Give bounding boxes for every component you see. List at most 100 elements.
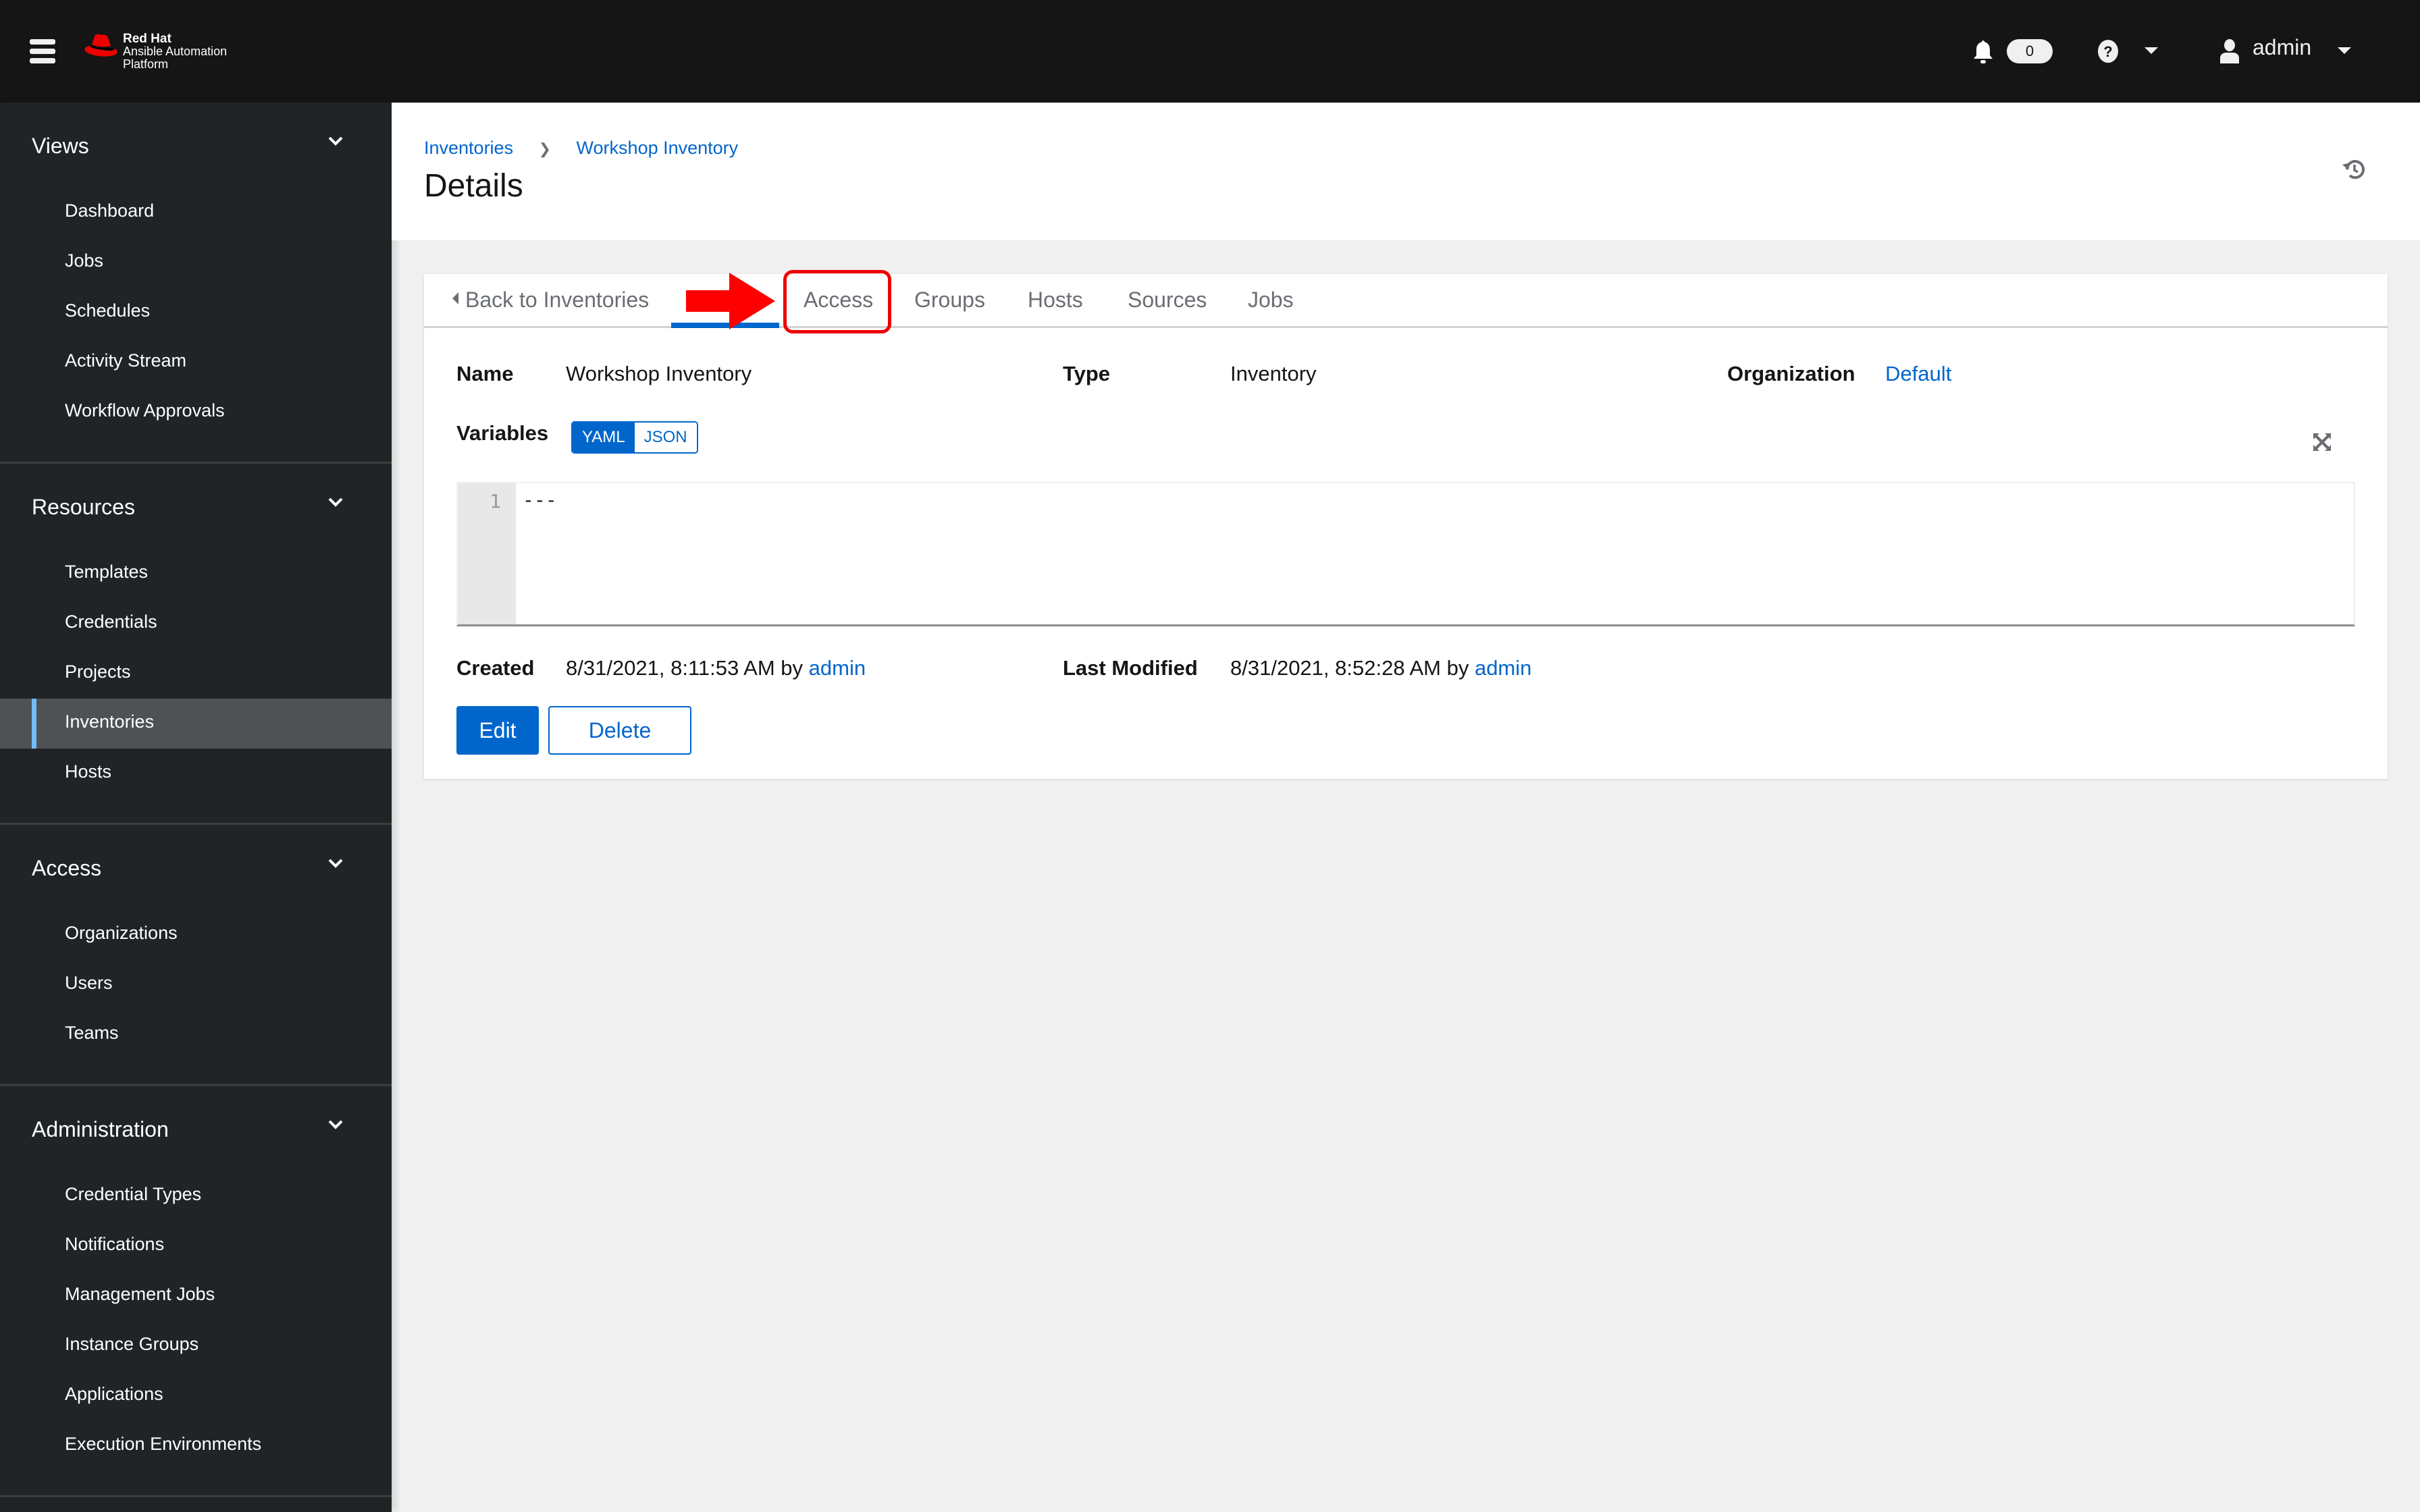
delete-button[interactable]: Delete (548, 706, 691, 755)
name-label: Name (456, 362, 514, 385)
chevron-down-icon (328, 1120, 343, 1133)
sidebar-item-label: Activity Stream (65, 350, 187, 371)
sidebar-item-label: Users (65, 973, 113, 993)
sidebar-item-label: Organizations (65, 923, 178, 943)
brand-line-3: Platform (123, 57, 169, 71)
chevron-down-icon (328, 497, 343, 510)
organization-link[interactable]: Default (1885, 362, 1951, 386)
sidebar-item-users[interactable]: Users (0, 960, 392, 1010)
sidebar-item-workflow-approvals[interactable]: Workflow Approvals (0, 387, 392, 437)
nav-section-toggle-views[interactable]: Views (0, 103, 392, 188)
user-icon[interactable] (2219, 39, 2240, 63)
variables-format-toggle: YAML JSON (571, 421, 698, 454)
nav-section-views: Views Dashboard Jobs Schedules Activity Stre… (0, 103, 392, 464)
hamburger-icon (30, 39, 55, 45)
masthead: Red Hat Ansible Automation Platform 0 ? … (0, 0, 2420, 103)
nav-section-label: Resources (32, 495, 135, 519)
tab-back-to-inventories[interactable]: Back to Inventories (452, 288, 649, 313)
sidebar-nav: Views Dashboard Jobs Schedules Activity Stre… (0, 103, 392, 1512)
sidebar-item-label: Inventories (65, 711, 155, 732)
notification-count-badge[interactable]: 0 (2007, 39, 2053, 63)
nav-section-label: Access (32, 856, 102, 880)
tab-jobs[interactable]: Jobs (1248, 288, 1294, 313)
chevron-down-icon (328, 136, 343, 149)
sidebar-item-label: Applications (65, 1384, 163, 1404)
sidebar-item-label: Templates (65, 562, 149, 582)
sidebar-item-label: Instance Groups (65, 1334, 199, 1354)
expand-icon[interactable] (2312, 432, 2332, 452)
user-caret-down-icon[interactable] (2338, 47, 2351, 54)
tab-groups[interactable]: Groups (914, 288, 985, 313)
last-modified-label: Last Modified (1063, 656, 1198, 680)
sidebar-item-label: Workflow Approvals (65, 400, 225, 421)
brand-line-2: Ansible Automation (123, 45, 228, 58)
brand-line-1: Red Hat (123, 32, 172, 46)
page-header: Inventories ❯ Workshop Inventory Details (392, 103, 2420, 240)
nav-section-toggle-resources[interactable]: Resources (0, 464, 392, 549)
sidebar-item-label: Hosts (65, 761, 112, 782)
sidebar-item-notifications[interactable]: Notifications (0, 1221, 392, 1271)
nav-section-resources: Resources Templates Credentials Projects Inv… (0, 464, 392, 825)
sidebar-item-projects[interactable]: Projects (0, 649, 392, 699)
type-label: Type (1063, 362, 1111, 385)
sidebar-item-credentials[interactable]: Credentials (0, 599, 392, 649)
user-menu-toggle[interactable]: admin (2253, 35, 2311, 60)
sidebar-item-inventories[interactable]: Inventories (0, 699, 392, 749)
sidebar-item-execution-environments[interactable]: Execution Environments (0, 1421, 392, 1471)
help-caret-down-icon[interactable] (2145, 47, 2158, 54)
sidebar-item-management-jobs[interactable]: Management Jobs (0, 1271, 392, 1321)
breadcrumb-inventories-link[interactable]: Inventories (424, 138, 513, 158)
tab-access[interactable]: Access (804, 288, 873, 313)
tab-bar: Back to Inventories Access Groups Hosts … (424, 270, 2388, 333)
hamburger-menu-button[interactable] (30, 36, 63, 65)
nav-section-toggle-administration[interactable]: Administration (0, 1086, 392, 1171)
question-circle-icon[interactable]: ? (2096, 39, 2120, 63)
breadcrumb-workshop-inventory-link[interactable]: Workshop Inventory (577, 138, 739, 158)
sidebar-item-activity-stream[interactable]: Activity Stream (0, 338, 392, 387)
tab-hosts[interactable]: Hosts (1028, 288, 1083, 313)
sidebar-item-templates[interactable]: Templates (0, 549, 392, 599)
tab-sources[interactable]: Sources (1128, 288, 1207, 313)
organization-label: Organization (1727, 362, 1856, 385)
nav-section-administration: Administration Credential Types Notificati… (0, 1086, 392, 1497)
yaml-toggle-button[interactable]: YAML (573, 423, 635, 452)
nav-section-toggle-access[interactable]: Access (0, 825, 392, 910)
sidebar-item-label: Jobs (65, 250, 104, 271)
sidebar-item-applications[interactable]: Applications (0, 1371, 392, 1421)
sidebar-item-organizations[interactable]: Organizations (0, 910, 392, 960)
bell-icon[interactable] (1972, 39, 1995, 65)
sidebar-item-schedules[interactable]: Schedules (0, 288, 392, 338)
sidebar-item-dashboard[interactable]: Dashboard (0, 188, 392, 238)
line-number: 1 (490, 490, 501, 512)
breadcrumb-separator-icon: ❯ (538, 140, 552, 157)
sidebar-item-label: Credentials (65, 612, 157, 632)
sidebar-item-jobs[interactable]: Jobs (0, 238, 392, 288)
editor-gutter: 1 (458, 483, 516, 624)
modified-by-link[interactable]: admin (1475, 656, 1531, 680)
created-label: Created (456, 656, 535, 680)
sidebar-item-settings[interactable]: Settings (0, 1497, 392, 1512)
sidebar-item-instance-groups[interactable]: Instance Groups (0, 1321, 392, 1371)
variables-code-editor[interactable]: 1 --- (456, 482, 2355, 626)
sidebar-item-label: Projects (65, 662, 131, 682)
created-value: 8/31/2021, 8:11:53 AM by admin (566, 656, 866, 680)
sidebar-item-credential-types[interactable]: Credential Types (0, 1171, 392, 1221)
sidebar-item-hosts[interactable]: Hosts (0, 749, 392, 799)
json-toggle-button[interactable]: JSON (634, 423, 697, 452)
annotation-arrow-icon (686, 273, 775, 329)
page-title: Details (424, 168, 523, 204)
inventory-details-card: Back to Inventories Access Groups Hosts … (424, 270, 2388, 779)
nav-section-label: Views (32, 134, 89, 158)
editor-content[interactable]: --- (523, 489, 557, 511)
last-modified-value: 8/31/2021, 8:52:28 AM by admin (1230, 656, 1532, 680)
history-icon[interactable] (2342, 158, 2366, 181)
sidebar-item-teams[interactable]: Teams (0, 1010, 392, 1060)
chevron-down-icon (328, 859, 343, 871)
sidebar-item-label: Execution Environments (65, 1434, 262, 1454)
created-by-link[interactable]: admin (809, 656, 866, 680)
sidebar-item-label: Notifications (65, 1234, 165, 1254)
name-value: Workshop Inventory (566, 362, 752, 385)
caret-left-icon (452, 292, 458, 304)
edit-button[interactable]: Edit (456, 706, 539, 755)
breadcrumb: Inventories ❯ Workshop Inventory (424, 138, 738, 159)
